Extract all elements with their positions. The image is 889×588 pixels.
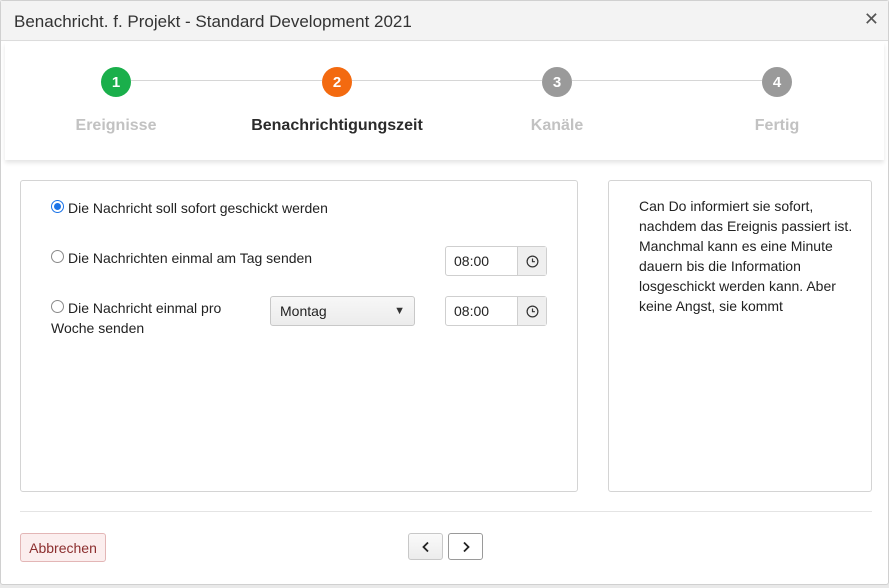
step-3-label[interactable]: Kanäle <box>457 117 657 135</box>
chevron-right-icon <box>462 541 470 552</box>
weekly-time-picker <box>445 296 547 326</box>
triangle-down-icon: ▼ <box>394 305 405 317</box>
wizard-connector <box>131 80 322 81</box>
option-weekly-label-line1[interactable]: Die Nachricht einmal pro <box>68 298 221 318</box>
radio-immediate[interactable] <box>51 200 64 213</box>
radio-weekly[interactable] <box>51 300 64 313</box>
footer-divider <box>20 511 872 512</box>
wizard-connector <box>352 80 542 81</box>
weekday-select[interactable]: Montag ▼ <box>270 296 415 326</box>
options-panel: Die Nachricht soll sofort geschickt werd… <box>20 180 578 492</box>
close-icon[interactable]: ✕ <box>864 9 879 29</box>
next-button[interactable] <box>448 533 483 560</box>
step-2-circle[interactable]: 2 <box>322 67 352 97</box>
wizard-connector <box>572 80 762 81</box>
previous-button[interactable] <box>408 533 443 560</box>
option-weekly-label-line2[interactable]: Woche senden <box>51 318 144 338</box>
step-4-label[interactable]: Fertig <box>677 117 877 135</box>
radio-daily[interactable] <box>51 250 64 263</box>
weekly-time-input[interactable] <box>446 297 518 325</box>
step-1-label[interactable]: Ereignisse <box>16 117 216 135</box>
clock-icon[interactable] <box>517 247 546 275</box>
option-immediate-label[interactable]: Die Nachricht soll sofort geschickt werd… <box>68 198 328 218</box>
daily-time-input[interactable] <box>446 247 518 275</box>
daily-time-picker <box>445 246 547 276</box>
chevron-left-icon <box>421 541 429 552</box>
step-2-label[interactable]: Benachrichtigungszeit <box>237 117 437 135</box>
step-4-circle[interactable]: 4 <box>762 67 792 97</box>
help-panel: Can Do informiert sie sofort, nachdem da… <box>608 180 872 492</box>
cancel-button[interactable]: Abbrechen <box>20 533 106 562</box>
notification-dialog: Benachricht. f. Projekt - Standard Devel… <box>0 0 889 585</box>
help-text: Can Do informiert sie sofort, nachdem da… <box>639 198 853 314</box>
step-3-circle[interactable]: 3 <box>542 67 572 97</box>
wizard-steps: 1 2 3 4 Ereignisse Benachrichtigungszeit… <box>5 42 884 160</box>
step-1-circle[interactable]: 1 <box>101 67 131 97</box>
clock-icon[interactable] <box>517 297 546 325</box>
option-daily-label[interactable]: Die Nachrichten einmal am Tag senden <box>68 248 312 268</box>
weekday-select-value: Montag <box>280 303 327 319</box>
dialog-title: Benachricht. f. Projekt - Standard Devel… <box>14 12 412 31</box>
dialog-header: Benachricht. f. Projekt - Standard Devel… <box>1 1 888 41</box>
